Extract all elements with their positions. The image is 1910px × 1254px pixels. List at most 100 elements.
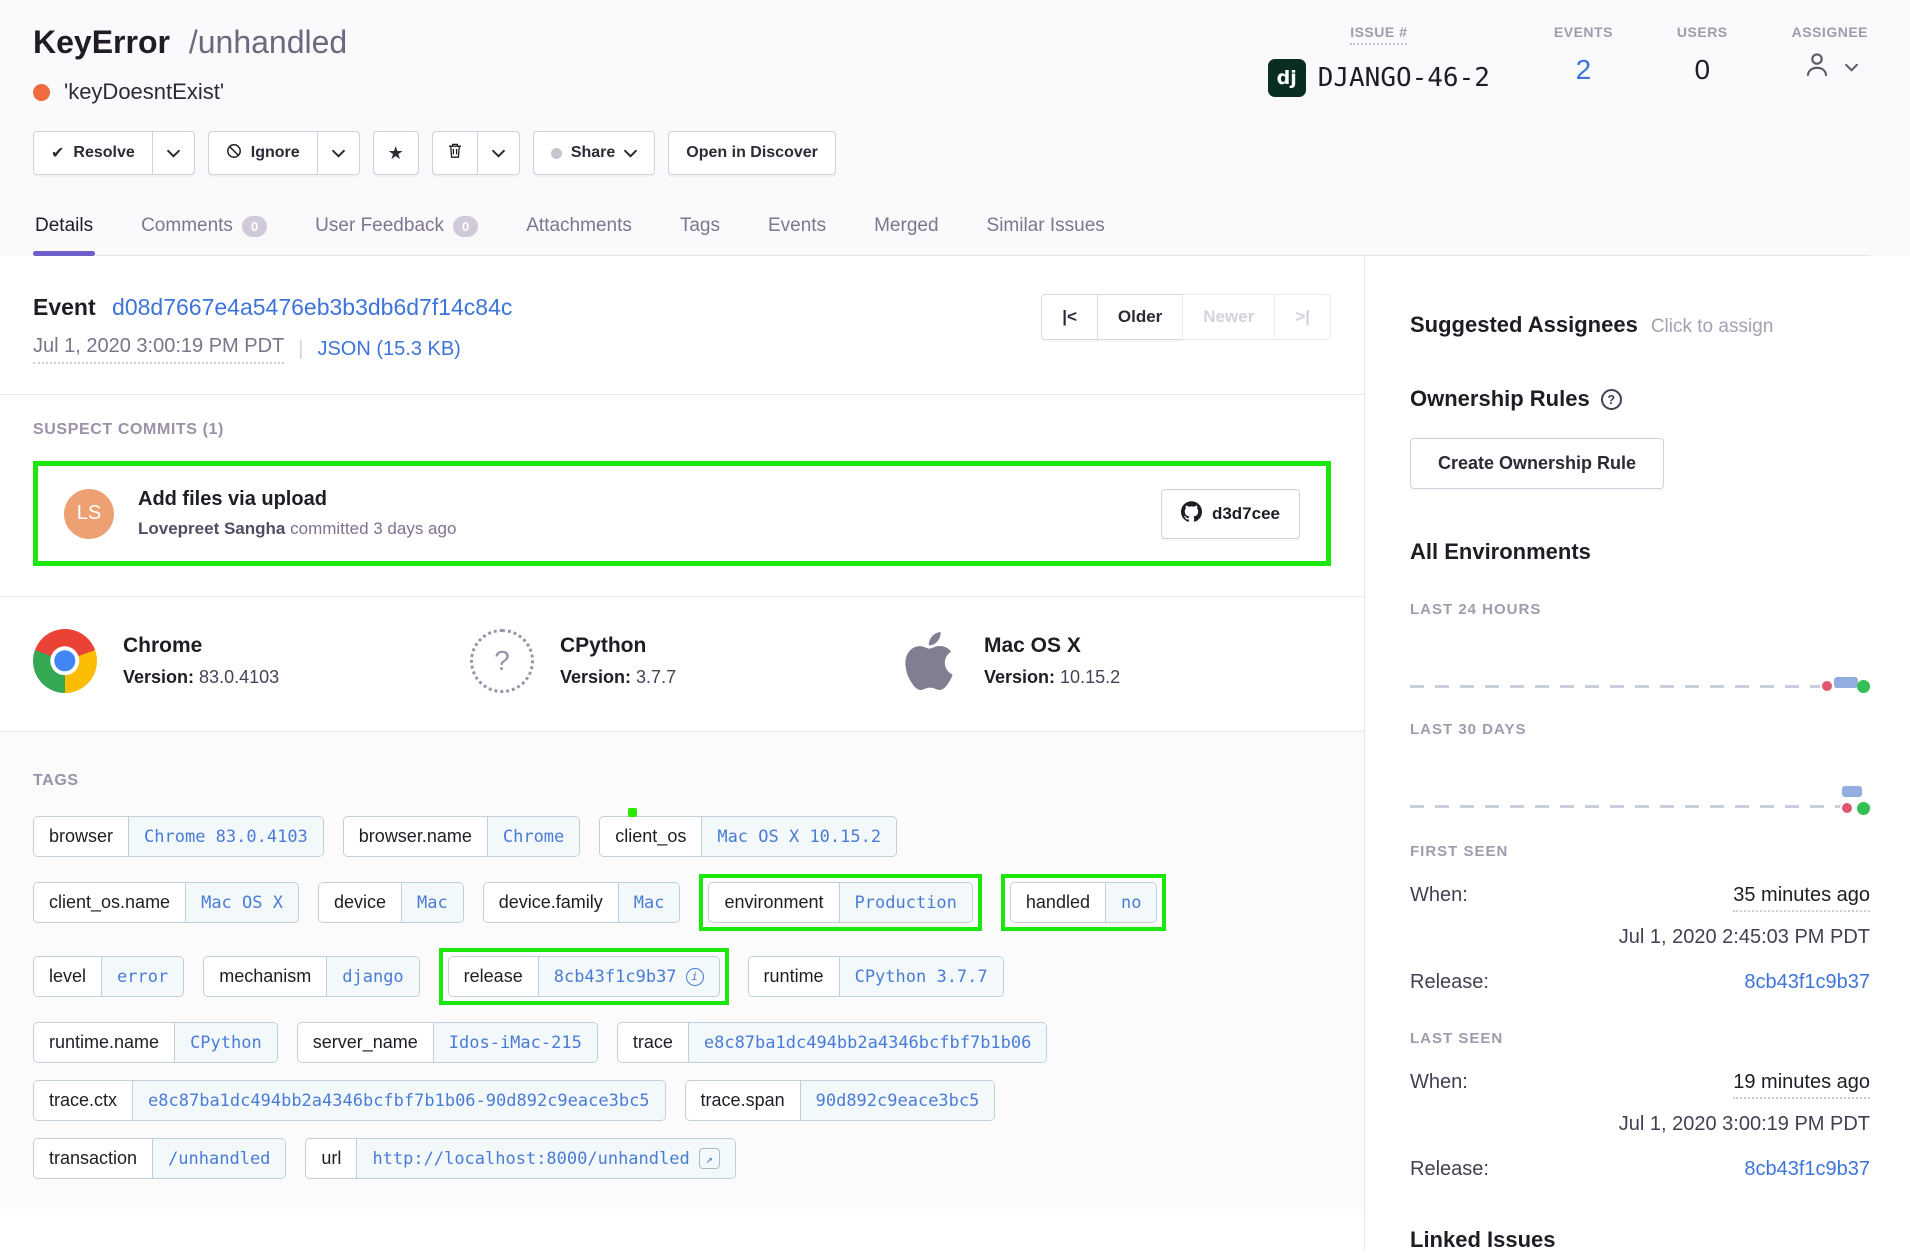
newer-event-button[interactable]: Newer xyxy=(1182,294,1275,340)
last-30-days-label: LAST 30 DAYS xyxy=(1410,721,1870,738)
tag-value-link[interactable]: Production xyxy=(839,883,972,922)
last-seen-label: LAST SEEN xyxy=(1410,1030,1870,1047)
event-json-link[interactable]: JSON (15.3 KB) xyxy=(317,338,460,361)
context-browser: Chrome Version: 83.0.4103 xyxy=(33,629,470,693)
first-seen-release-link[interactable]: 8cb43f1c9b37 xyxy=(1744,971,1870,994)
release-label: Release: xyxy=(1410,971,1489,994)
commit-title: Add files via upload xyxy=(138,488,1137,511)
tab-tags[interactable]: Tags xyxy=(678,203,722,255)
tab-attachments[interactable]: Attachments xyxy=(524,203,634,255)
resolve-dropdown-button[interactable] xyxy=(152,132,194,174)
tag-value-link[interactable]: /unhandled xyxy=(152,1139,285,1178)
trash-icon xyxy=(447,142,463,164)
commit-time: committed 3 days ago xyxy=(290,519,456,538)
info-icon[interactable]: i xyxy=(686,968,704,986)
tag-pill-mechanism: mechanismdjango xyxy=(203,956,419,997)
tag-value-link[interactable]: Mac xyxy=(401,883,463,922)
context-version: 83.0.4103 xyxy=(199,667,279,687)
tag-value-link[interactable]: error xyxy=(101,957,183,996)
tag-pill-browser: browserChrome 83.0.4103 xyxy=(33,816,324,857)
star-button[interactable]: ★ xyxy=(374,132,418,174)
event-id-link[interactable]: d08d7667e4a5476eb3b3db6d7f14c84c xyxy=(112,294,512,320)
delete-button[interactable] xyxy=(433,132,477,174)
tags-section: TAGS browserChrome 83.0.4103browser.name… xyxy=(0,731,1364,1209)
tag-value-link[interactable]: e8c87ba1dc494bb2a4346bcfbf7b1b06 xyxy=(688,1023,1047,1062)
ignore-dropdown-button[interactable] xyxy=(317,132,359,174)
tag-row: transaction/unhandled urlhttp://localhost… xyxy=(33,1138,1331,1179)
resolve-button[interactable]: ✔ Resolve xyxy=(34,132,152,174)
oldest-event-button[interactable]: |< xyxy=(1041,294,1098,340)
tab-events[interactable]: Events xyxy=(766,203,828,255)
tag-value-link[interactable]: http://localhost:8000/unhandled↗ xyxy=(356,1139,734,1178)
tag-row: runtime.nameCPythonserver_nameIdos-iMac-… xyxy=(33,1022,1331,1063)
meta-events: EVENTS 2 xyxy=(1554,24,1613,97)
tag-value-link[interactable]: CPython 3.7.7 xyxy=(839,957,1003,996)
tag-value-link[interactable]: Idos-iMac-215 xyxy=(433,1023,597,1062)
meta-users: USERS 0 xyxy=(1677,24,1728,97)
tag-value-link[interactable]: e8c87ba1dc494bb2a4346bcfbf7b1b06-90d892c… xyxy=(132,1081,665,1120)
tag-pill-device: deviceMac xyxy=(318,882,464,923)
tag-value-link[interactable]: Mac OS X xyxy=(185,883,298,922)
share-status-dot xyxy=(551,148,562,159)
last-seen-release-link[interactable]: 8cb43f1c9b37 xyxy=(1744,1158,1870,1181)
users-label: USERS xyxy=(1677,24,1728,40)
tag-value-link[interactable]: Chrome xyxy=(487,817,579,856)
annotation-highlight: environmentProduction xyxy=(699,874,981,931)
assignee-label: ASSIGNEE xyxy=(1792,24,1868,40)
commit-sha-button[interactable]: d3d7cee xyxy=(1161,489,1300,539)
newest-event-button[interactable]: >| xyxy=(1274,294,1331,340)
ignore-button[interactable]: Ignore xyxy=(209,132,317,174)
tag-key: mechanism xyxy=(204,957,326,996)
tab-similar-issues[interactable]: Similar Issues xyxy=(985,203,1107,255)
tag-key: handled xyxy=(1011,883,1105,922)
external-link-icon[interactable]: ↗ xyxy=(699,1148,720,1169)
events-count[interactable]: 2 xyxy=(1576,54,1592,86)
delete-dropdown-button[interactable] xyxy=(477,132,519,174)
tag-pill-client_os.name: client_os.nameMac OS X xyxy=(33,882,299,923)
tab-details[interactable]: Details xyxy=(33,203,95,255)
tab-label: User Feedback xyxy=(315,215,444,237)
tab-merged[interactable]: Merged xyxy=(872,203,940,255)
tag-key: url xyxy=(306,1139,356,1178)
when-label: When: xyxy=(1410,884,1468,907)
tag-value-link[interactable]: Chrome 83.0.4103 xyxy=(128,817,323,856)
click-to-assign-hint[interactable]: Click to assign xyxy=(1651,316,1774,338)
tag-pill-trace: tracee8c87ba1dc494bb2a4346bcfbf7b1b06 xyxy=(617,1022,1048,1063)
older-event-button[interactable]: Older xyxy=(1097,294,1183,340)
tag-pill-browser.name: browser.nameChrome xyxy=(343,816,580,857)
tag-pill-runtime.name: runtime.nameCPython xyxy=(33,1022,278,1063)
issue-title-block: KeyError /unhandled 'keyDoesntExist' xyxy=(33,24,347,105)
chevron-down-icon xyxy=(1845,63,1858,72)
issue-short-id: DJANGO-46-2 xyxy=(1318,63,1490,93)
context-name: Chrome xyxy=(123,634,279,658)
chrome-icon xyxy=(33,629,97,693)
tag-row: trace.ctxe8c87ba1dc494bb2a4346bcfbf7b1b0… xyxy=(33,1080,1331,1121)
annotation-dot xyxy=(628,808,637,817)
commit-author: Lovepreet Sangha xyxy=(138,519,285,538)
context-name: Mac OS X xyxy=(984,634,1120,658)
tag-pill-transaction: transaction/unhandled xyxy=(33,1138,286,1179)
tab-label: Attachments xyxy=(526,215,632,237)
tag-value-link[interactable]: CPython xyxy=(174,1023,277,1062)
tag-value-link[interactable]: django xyxy=(326,957,418,996)
tag-key: transaction xyxy=(34,1139,152,1178)
tag-value-link[interactable]: Mac xyxy=(618,883,680,922)
tab-label: Comments xyxy=(141,215,233,237)
tab-label: Details xyxy=(35,215,93,237)
share-button[interactable]: Share xyxy=(534,132,654,174)
create-ownership-rule-button[interactable]: Create Ownership Rule xyxy=(1410,438,1664,489)
tab-comments[interactable]: Comments0 xyxy=(139,203,269,255)
tag-key: runtime.name xyxy=(34,1023,174,1062)
apple-icon xyxy=(900,629,958,693)
open-in-discover-button[interactable]: Open in Discover xyxy=(669,132,835,174)
tag-key: browser.name xyxy=(344,817,487,856)
assignee-dropdown[interactable] xyxy=(1801,48,1858,87)
tag-value-link[interactable]: no xyxy=(1105,883,1156,922)
help-icon[interactable]: ? xyxy=(1601,389,1622,410)
last-24-hours-label: LAST 24 HOURS xyxy=(1410,601,1870,618)
tag-pill-release: release8cb43f1c9b37i xyxy=(448,956,720,997)
tag-value-link[interactable]: 8cb43f1c9b37i xyxy=(538,957,719,996)
tab-user-feedback[interactable]: User Feedback0 xyxy=(313,203,480,255)
tag-value-link[interactable]: Mac OS X 10.15.2 xyxy=(701,817,896,856)
tag-value-link[interactable]: 90d892c9eace3bc5 xyxy=(800,1081,995,1120)
